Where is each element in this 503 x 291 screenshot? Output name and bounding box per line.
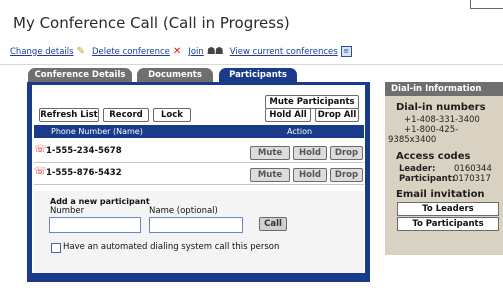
dial-in-number: +1-800-425- — [404, 125, 459, 135]
dial-in-header: Dial-in Information — [385, 82, 503, 96]
hold-all-button[interactable]: Hold All — [265, 108, 311, 122]
participant-code: 0170317 — [453, 174, 491, 184]
view-current-conferences-link[interactable]: View current conferences — [230, 47, 338, 57]
dial-in-numbers-heading: Dial-in numbers — [396, 102, 486, 113]
dial-in-number: +1-408-331-3400 — [404, 115, 480, 125]
name-input[interactable] — [149, 217, 243, 233]
row-divider — [34, 184, 364, 185]
access-codes-heading: Access codes — [396, 151, 471, 162]
delete-conference-link[interactable]: Delete conference — [92, 47, 170, 57]
number-label: Number — [50, 206, 85, 216]
phone-icon: ☏ — [34, 144, 47, 155]
hold-button[interactable]: Hold — [293, 146, 327, 160]
corner-rule — [470, 0, 471, 8]
to-participants-button[interactable]: To Participants — [397, 217, 499, 231]
to-leaders-button[interactable]: To Leaders — [397, 202, 499, 216]
participant-label: Participant: — [399, 174, 456, 184]
auto-dial-label: Have an automated dialing system call th… — [63, 242, 280, 252]
participant-number: 1-555-876-5432 — [46, 168, 122, 178]
join-link[interactable]: Join — [188, 47, 203, 57]
change-details-link[interactable]: Change details — [10, 47, 74, 57]
drop-button[interactable]: Drop — [330, 146, 363, 160]
tab-participants[interactable]: Participants — [219, 68, 297, 82]
leader-label: Leader: — [399, 164, 436, 174]
table-row: ☏ 1-555-234-5678 Mute Hold Drop — [32, 142, 365, 162]
conference-actions: Change details ✎ Delete conference ✕ Joi… — [10, 46, 352, 57]
page-title: My Conference Call (Call in Progress) — [13, 14, 290, 32]
mute-button[interactable]: Mute — [250, 168, 290, 182]
drop-button[interactable]: Drop — [330, 168, 363, 182]
lock-button[interactable]: Lock — [153, 108, 191, 122]
table-row: ☏ 1-555-876-5432 Mute Hold Drop — [32, 164, 365, 184]
dial-in-panel: Dial-in Information Dial-in numbers +1-4… — [385, 82, 503, 255]
mute-participants-button[interactable]: Mute Participants — [265, 95, 359, 109]
corner-rule — [470, 8, 503, 9]
email-invitation-heading: Email invitation — [396, 189, 485, 200]
call-button[interactable]: Call — [259, 217, 287, 231]
join-icon[interactable]: ☗☗ — [207, 46, 224, 57]
column-phone-number: Phone Number (Name) — [51, 127, 143, 136]
add-participant-heading: Add a new participant — [50, 197, 150, 206]
mute-button[interactable]: Mute — [250, 146, 290, 160]
close-icon[interactable]: ✕ — [173, 46, 181, 57]
column-action: Action — [287, 127, 313, 136]
participants-panel-body: Mute Participants Refresh List Record Lo… — [32, 85, 365, 273]
phone-icon: ☏ — [34, 166, 47, 177]
list-icon[interactable]: ≡ — [340, 46, 352, 57]
dial-in-number: 9385x3400 — [388, 135, 437, 145]
auto-dial-checkbox[interactable] — [51, 243, 61, 253]
add-participant-section: Add a new participant Number Name (optio… — [34, 191, 364, 273]
record-button[interactable]: Record — [103, 108, 149, 122]
refresh-list-button[interactable]: Refresh List — [39, 108, 99, 122]
pencil-icon[interactable]: ✎ — [77, 46, 85, 57]
row-divider — [34, 162, 364, 163]
tab-documents[interactable]: Documents — [137, 68, 213, 82]
tab-conference-details[interactable]: Conference Details — [28, 68, 132, 82]
participant-number: 1-555-234-5678 — [46, 146, 122, 156]
hold-button[interactable]: Hold — [293, 168, 327, 182]
name-label: Name (optional) — [149, 206, 218, 216]
participants-panel: Mute Participants Refresh List Record Lo… — [27, 82, 370, 282]
participants-table-header: Phone Number (Name) Action — [34, 125, 364, 138]
drop-all-button[interactable]: Drop All — [315, 108, 359, 122]
number-input[interactable] — [49, 217, 141, 233]
divider — [0, 64, 503, 65]
leader-code: 0160344 — [454, 164, 492, 174]
